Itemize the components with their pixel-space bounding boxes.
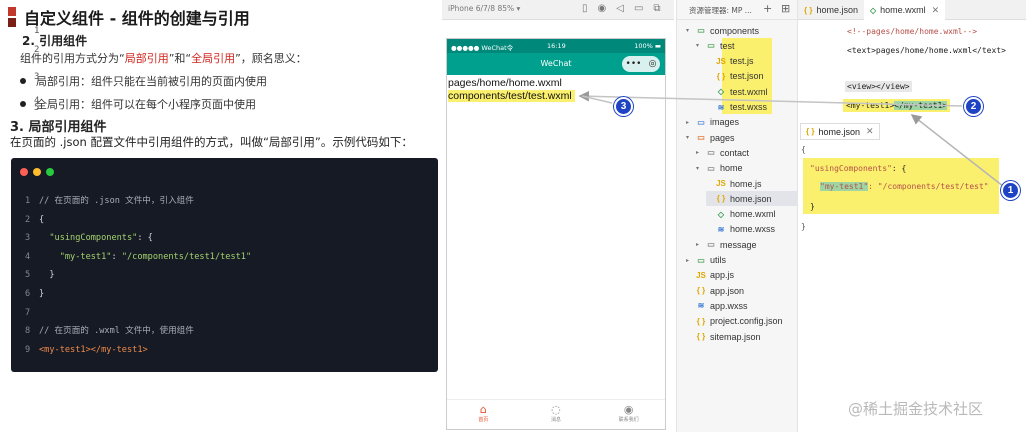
arrow-1-to-2 <box>910 114 1009 191</box>
step-badge-2: 2 <box>964 97 983 116</box>
step-badge-1: 1 <box>1001 181 1020 200</box>
watermark: @稀土掘金技术社区 <box>848 400 984 418</box>
annotation-arrows <box>578 90 1009 191</box>
step-badge-3: 3 <box>614 97 633 116</box>
arrow-2-to-3 <box>578 90 963 107</box>
